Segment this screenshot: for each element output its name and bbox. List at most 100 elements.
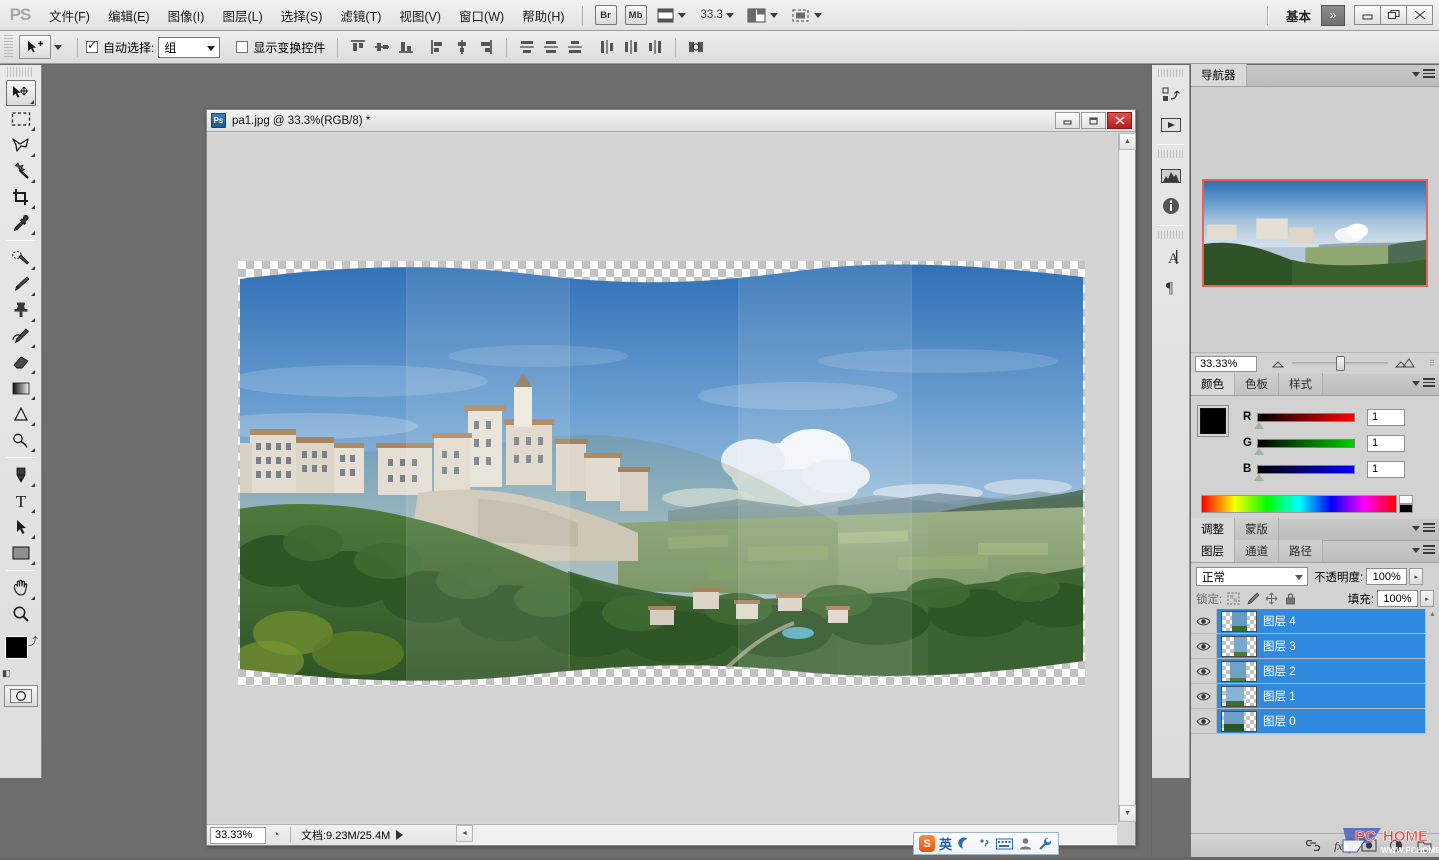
layer-thum1bnail[interactable]	[1221, 660, 1257, 682]
app-close-button[interactable]	[1406, 5, 1433, 25]
navigator-zoom-field[interactable]: 33.33%	[1195, 355, 1257, 372]
ime-mode-label[interactable]: 英	[939, 834, 952, 853]
history-panel-icon[interactable]	[1157, 81, 1185, 109]
soft-keyboard-icon[interactable]	[996, 838, 1014, 850]
scroll-left-arrow-icon[interactable]: ◄	[456, 825, 473, 842]
red-slider-knob[interactable]	[1254, 421, 1264, 429]
layer-visibility-toggle[interactable]	[1191, 684, 1217, 708]
moon-icon[interactable]	[956, 837, 972, 850]
dock-grip-1[interactable]	[1158, 69, 1183, 77]
dock-grip-3[interactable]	[1158, 231, 1183, 239]
lock-all-icon[interactable]	[1282, 590, 1299, 607]
tab-styles[interactable]: 样式	[1279, 373, 1323, 395]
document-minimize-button[interactable]	[1055, 112, 1080, 129]
green-channel-value[interactable]: 1	[1367, 434, 1405, 452]
tab-color[interactable]: 颜色	[1191, 373, 1235, 395]
tools-panel-grip[interactable]	[7, 67, 34, 77]
dodge-tool[interactable]	[6, 427, 36, 453]
distribute-top-edges-icon[interactable]	[515, 36, 539, 58]
navigator-resize-grip[interactable]: ⠿	[1429, 359, 1435, 368]
mini-bridge-button[interactable]: Mb	[624, 5, 647, 25]
layers-list-scrollbar[interactable]: ▲	[1425, 609, 1439, 734]
show-transform-controls-checkbox[interactable]	[236, 41, 249, 53]
brush-tool[interactable]	[6, 271, 36, 297]
layer-visibility-toggle[interactable]	[1191, 634, 1217, 658]
foreground-color-swatch[interactable]	[6, 637, 27, 658]
blue-channel-value[interactable]: 1	[1367, 460, 1405, 478]
zoom-tool[interactable]	[6, 601, 36, 627]
menu-window[interactable]: 窗口(W)	[450, 2, 513, 29]
tool-preset-picker[interactable]	[19, 35, 51, 59]
workspace-more-button[interactable]: »	[1321, 4, 1345, 26]
zoom-in-icon[interactable]	[1394, 357, 1415, 371]
canvas-vertical-scrollbar[interactable]: ▲ ▼	[1118, 133, 1136, 822]
align-right-edges-icon[interactable]	[474, 36, 498, 58]
zoom-chevron-down-icon[interactable]	[725, 12, 734, 18]
character-panel-icon[interactable]: A	[1157, 243, 1185, 271]
distribute-right-edges-icon[interactable]	[643, 36, 667, 58]
table-row[interactable]: 图层 2	[1191, 659, 1439, 684]
lock-position-icon[interactable]	[1263, 590, 1280, 607]
distribute-horizontal-centers-icon[interactable]	[619, 36, 643, 58]
screen-mode-chevron-down-icon[interactable]	[813, 12, 822, 18]
app-restore-button[interactable]	[1380, 5, 1407, 25]
distribute-left-edges-icon[interactable]	[595, 36, 619, 58]
screen-mode-icon[interactable]	[791, 5, 810, 25]
layers-panel-menu-button[interactable]	[1412, 545, 1435, 556]
navigator-preview[interactable]	[1191, 87, 1439, 352]
layer-thumbnail[interactable]	[1221, 685, 1257, 707]
blur-tool[interactable]	[6, 401, 36, 427]
auto-align-layers-icon[interactable]	[684, 36, 708, 58]
document-restore-button[interactable]	[1081, 112, 1106, 129]
view-extras-icon[interactable]	[657, 5, 674, 25]
settings-wrench-icon[interactable]	[1037, 837, 1053, 851]
align-horizontal-centers-icon[interactable]	[450, 36, 474, 58]
arrange-chevron-down-icon[interactable]	[769, 12, 778, 18]
options-bar-grip[interactable]	[4, 35, 13, 59]
align-left-edges-icon[interactable]	[426, 36, 450, 58]
color-spectrum-ramp[interactable]	[1201, 495, 1397, 513]
tab-swatches[interactable]: 色板	[1235, 373, 1279, 395]
crop-tool[interactable]	[6, 184, 36, 210]
zoom-out-icon[interactable]	[1271, 357, 1285, 371]
history-brush-tool[interactable]	[6, 323, 36, 349]
tab-paths[interactable]: 路径	[1279, 540, 1323, 562]
sogou-logo-icon[interactable]: S	[919, 835, 935, 852]
view-extras-chevron-down-icon[interactable]	[677, 12, 686, 18]
fill-slider-button[interactable]: ▸	[1420, 590, 1434, 607]
blue-slider-knob[interactable]	[1254, 473, 1264, 481]
auto-select-checkbox[interactable]	[86, 38, 98, 53]
default-colors-icon[interactable]: ◧	[2, 668, 11, 679]
menu-layer[interactable]: 图层(L)	[213, 2, 271, 29]
rectangular-marquee-tool[interactable]	[6, 106, 36, 132]
color-panel-foreground-swatch[interactable]	[1200, 408, 1226, 434]
table-row[interactable]: 图层 4	[1191, 609, 1439, 634]
actions-panel-icon[interactable]	[1157, 111, 1185, 139]
auto-select-target-dropdown[interactable]: 组	[158, 36, 221, 58]
layer-thumbnail[interactable]	[1221, 610, 1257, 632]
distribute-bottom-edges-icon[interactable]	[563, 36, 587, 58]
red-channel-slider[interactable]	[1254, 412, 1355, 429]
white-swatch[interactable]	[1399, 495, 1413, 504]
menu-filter[interactable]: 滤镜(T)	[331, 2, 390, 29]
menu-file[interactable]: 文件(F)	[40, 2, 99, 29]
lasso-tool[interactable]	[6, 132, 36, 158]
green-slider-knob[interactable]	[1254, 447, 1264, 455]
layer-thumbnail[interactable]	[1221, 710, 1257, 732]
bridge-button[interactable]: Br	[594, 5, 617, 25]
table-row[interactable]: 图层 0	[1191, 709, 1439, 734]
pen-tool[interactable]	[6, 462, 36, 488]
path-selection-tool[interactable]	[6, 514, 36, 540]
document-zoom-field[interactable]: 33.33%	[210, 826, 266, 844]
workspace-essentials-button[interactable]: 基本	[1276, 6, 1321, 25]
menu-view[interactable]: 视图(V)	[390, 2, 450, 29]
tab-channels[interactable]: 通道	[1235, 540, 1279, 562]
histogram-panel-icon[interactable]	[1157, 162, 1185, 190]
tab-layers[interactable]: 图层	[1191, 540, 1235, 562]
canvas-area[interactable]	[207, 133, 1117, 822]
punctuation-icon[interactable]	[976, 837, 992, 850]
lock-transparent-pixels-icon[interactable]	[1225, 590, 1242, 607]
table-row[interactable]: 图层 3	[1191, 634, 1439, 659]
color-panel-menu-button[interactable]	[1412, 378, 1435, 389]
user-icon[interactable]	[1017, 837, 1033, 850]
